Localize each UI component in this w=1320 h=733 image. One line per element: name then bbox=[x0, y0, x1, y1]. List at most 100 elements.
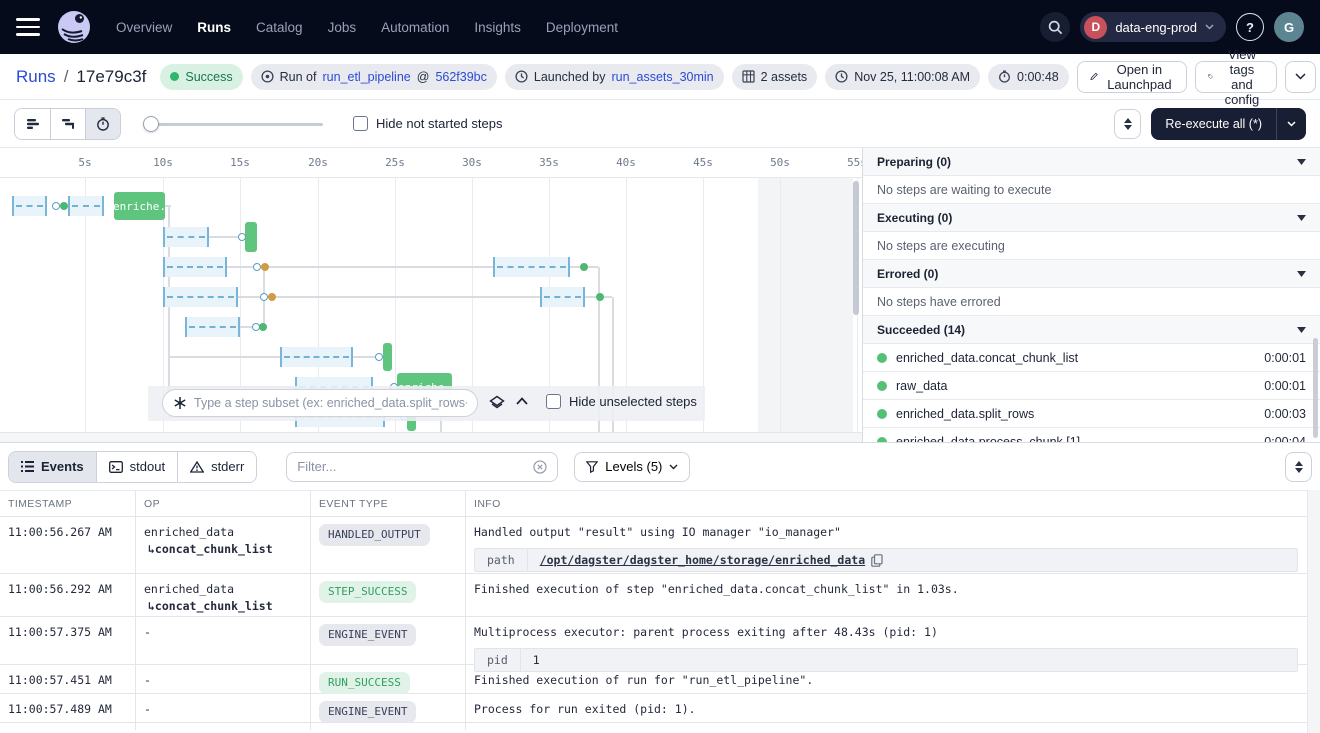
zoom-slider[interactable] bbox=[143, 116, 323, 132]
commit-link[interactable]: 562f39bc bbox=[435, 70, 486, 84]
queued-step-box[interactable] bbox=[68, 196, 104, 216]
step-list-item[interactable]: enriched_data.split_rows 0:00:03 bbox=[863, 400, 1320, 428]
waterfall-view-button[interactable] bbox=[50, 109, 85, 139]
event-info: Handled output "result" using IO manager… bbox=[474, 524, 1312, 541]
nav-item-catalog[interactable]: Catalog bbox=[256, 20, 303, 35]
tick-label: 45s bbox=[693, 156, 713, 169]
hide-unselected-checkbox[interactable]: Hide unselected steps bbox=[546, 394, 697, 409]
help-button[interactable]: ? bbox=[1236, 13, 1264, 41]
queued-step-box[interactable] bbox=[163, 257, 227, 277]
step-list-item[interactable]: enriched_data.concat_chunk_list 0:00:01 bbox=[863, 344, 1320, 372]
event-info: Finished execution of step "enriched_dat… bbox=[474, 581, 1312, 598]
event-row[interactable]: 11:00:56.267 AM enriched_data↳concat_chu… bbox=[0, 517, 1320, 574]
queued-step-box[interactable] bbox=[540, 287, 585, 307]
tick-label: 5s bbox=[78, 156, 91, 169]
section-empty-text: No steps are waiting to execute bbox=[863, 176, 1320, 204]
checkbox-box[interactable] bbox=[353, 116, 368, 131]
step-list-item[interactable]: enriched_data.process_chunk [1] 0:00:04 bbox=[863, 428, 1320, 442]
panel-scrollbar[interactable] bbox=[1313, 338, 1318, 438]
layers-button[interactable] bbox=[489, 395, 505, 411]
view-tags-button[interactable]: View tags and config bbox=[1195, 61, 1277, 93]
event-info: Multiprocess executor: parent process ex… bbox=[474, 624, 1312, 641]
reexecute-all-button[interactable]: Re-execute all (*) bbox=[1151, 108, 1306, 140]
event-row[interactable]: 11:00:57.375 AM - ENGINE_EVENT Multiproc… bbox=[0, 617, 1320, 665]
search-button[interactable] bbox=[1040, 12, 1070, 42]
event-row[interactable]: 11:00:57.489 AM - ENGINE_EVENT Process f… bbox=[0, 694, 1320, 723]
queued-step-box[interactable] bbox=[493, 257, 570, 277]
section-succeeded[interactable]: Succeeded (14) bbox=[863, 316, 1320, 344]
step-subset-input[interactable] bbox=[194, 396, 467, 410]
hamburger-menu-icon[interactable] bbox=[16, 18, 40, 36]
nav-item-deployment[interactable]: Deployment bbox=[546, 20, 618, 35]
queued-step-box[interactable] bbox=[280, 347, 353, 367]
section-preparing[interactable]: Preparing (0) bbox=[863, 148, 1320, 176]
user-avatar[interactable]: G bbox=[1274, 12, 1304, 42]
zoom-slider-track[interactable] bbox=[143, 123, 323, 126]
reexecute-options-button[interactable] bbox=[1276, 108, 1306, 140]
event-row[interactable]: 11:00:57.451 AM - RUN_SUCCESS Finished e… bbox=[0, 665, 1320, 694]
step-subset-input-wrap[interactable] bbox=[162, 389, 478, 417]
section-executing[interactable]: Executing (0) bbox=[863, 204, 1320, 232]
tab-stderr[interactable]: stderr bbox=[177, 452, 256, 482]
hide-unselected-label: Hide unselected steps bbox=[569, 394, 697, 409]
nav-item-insights[interactable]: Insights bbox=[474, 20, 521, 35]
breadcrumb-runs-link[interactable]: Runs bbox=[16, 67, 56, 87]
assets-badge[interactable]: 2 assets bbox=[732, 64, 818, 90]
launched-by-badge: Launched by run_assets_30min bbox=[505, 64, 724, 90]
log-filter[interactable] bbox=[286, 452, 558, 482]
event-op: - bbox=[144, 624, 302, 641]
queued-step-box[interactable] bbox=[163, 287, 238, 307]
step-status-panel: Preparing (0) No steps are waiting to ex… bbox=[862, 148, 1320, 442]
step-marker bbox=[261, 263, 269, 271]
queued-step-box[interactable] bbox=[12, 196, 47, 216]
step-marker bbox=[375, 353, 383, 361]
levels-dropdown[interactable]: Levels (5) bbox=[574, 452, 690, 482]
header-more-button[interactable] bbox=[1285, 61, 1316, 93]
workspace-switcher[interactable]: D data-eng-prod bbox=[1080, 12, 1226, 42]
expand-collapse-button[interactable] bbox=[1114, 109, 1141, 139]
step-marker bbox=[238, 233, 246, 241]
duration-badge: 0:00:48 bbox=[988, 64, 1069, 90]
collapse-overlay-button[interactable] bbox=[516, 397, 528, 405]
pipeline-link[interactable]: run_etl_pipeline bbox=[322, 70, 410, 84]
funnel-icon bbox=[586, 461, 598, 473]
hide-not-started-checkbox[interactable]: Hide not started steps bbox=[353, 116, 502, 131]
step-bar[interactable] bbox=[383, 343, 392, 371]
nav-item-jobs[interactable]: Jobs bbox=[328, 20, 357, 35]
nav-item-runs[interactable]: Runs bbox=[197, 20, 231, 35]
tab-events[interactable]: Events bbox=[9, 452, 96, 482]
event-info: Finished execution of run for "run_etl_p… bbox=[474, 672, 1312, 689]
event-op: - bbox=[144, 701, 302, 718]
step-bar[interactable] bbox=[245, 222, 257, 252]
checkbox-box[interactable] bbox=[546, 394, 561, 409]
gantt-scrollbar[interactable] bbox=[853, 181, 859, 315]
event-row[interactable]: 11:00:56.292 AM enriched_data↳concat_chu… bbox=[0, 574, 1320, 617]
gantt-view-segmented-control bbox=[14, 108, 121, 140]
zoom-slider-handle[interactable] bbox=[143, 116, 159, 132]
events-scrollbar-track[interactable] bbox=[1307, 490, 1320, 733]
nav-item-automation[interactable]: Automation bbox=[381, 20, 449, 35]
nav-item-overview[interactable]: Overview bbox=[116, 20, 172, 35]
caret-down-icon bbox=[1297, 159, 1306, 165]
schedule-link[interactable]: run_assets_30min bbox=[611, 70, 713, 84]
section-errored[interactable]: Errored (0) bbox=[863, 260, 1320, 288]
workspace-avatar: D bbox=[1084, 16, 1107, 39]
not-started-shade bbox=[758, 178, 853, 432]
dagster-logo[interactable] bbox=[56, 9, 92, 45]
open-launchpad-button[interactable]: Open in Launchpad bbox=[1077, 61, 1187, 93]
queued-step-box[interactable] bbox=[185, 317, 240, 337]
clear-filter-icon[interactable] bbox=[533, 460, 547, 474]
tab-stdout[interactable]: stdout bbox=[96, 452, 177, 482]
log-filter-input[interactable] bbox=[297, 459, 525, 474]
queued-step-box[interactable] bbox=[163, 227, 209, 247]
copy-icon[interactable] bbox=[871, 554, 883, 567]
gantt-body[interactable]: enriche. enriche… bbox=[0, 178, 862, 432]
flat-view-button[interactable] bbox=[15, 109, 50, 139]
expand-collapse-button[interactable] bbox=[1285, 452, 1312, 482]
event-type-badge: ENGINE_EVENT bbox=[319, 624, 416, 646]
storage-path-link[interactable]: /opt/dagster/dagster_home/storage/enrich… bbox=[540, 552, 865, 569]
log-tabs: Events stdout stderr bbox=[8, 451, 257, 483]
timed-view-button[interactable] bbox=[85, 109, 120, 139]
step-list-item[interactable]: raw_data 0:00:01 bbox=[863, 372, 1320, 400]
step-bar[interactable]: enriche. bbox=[114, 192, 165, 220]
